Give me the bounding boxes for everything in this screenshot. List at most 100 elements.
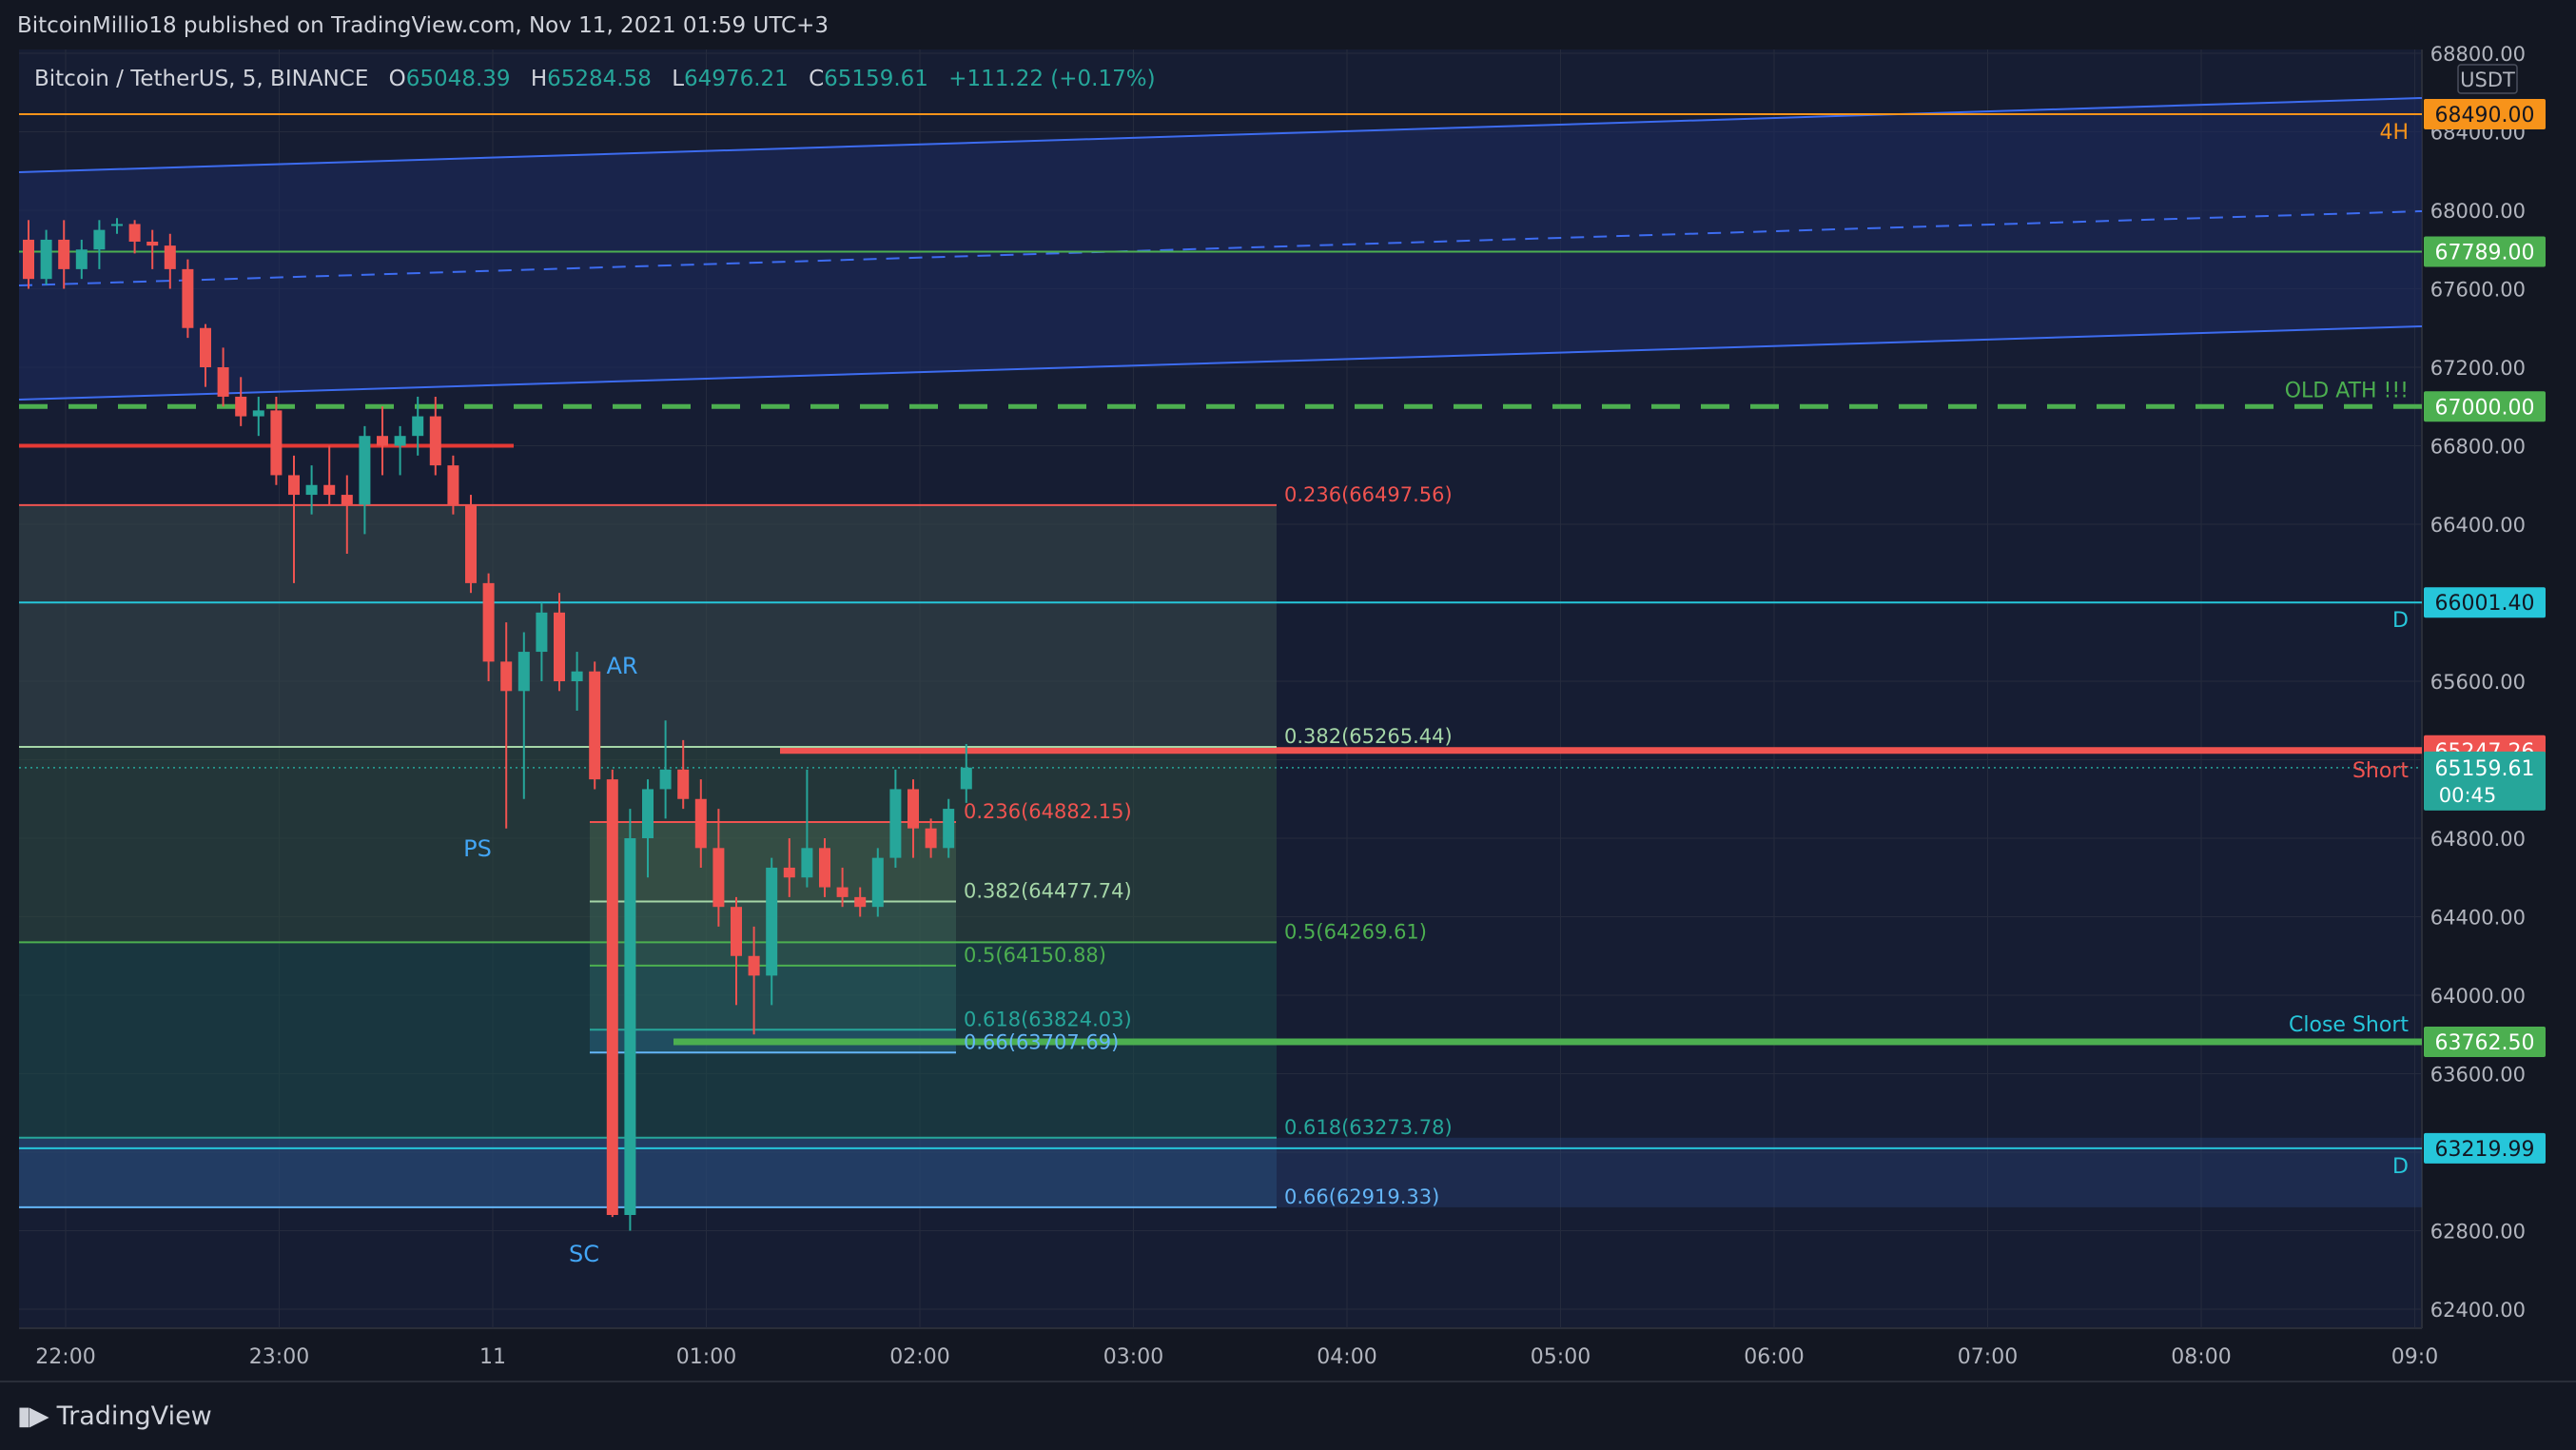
- publisher-info: BitcoinMillio18 published on TradingView…: [17, 13, 829, 38]
- change-value: +111.22 (+0.17%): [948, 67, 1156, 91]
- label-4h: 4H: [2379, 121, 2409, 145]
- price-tag-label: 63762.50: [2435, 1031, 2535, 1055]
- time-tick-label: 11: [479, 1345, 506, 1369]
- candle-body: [589, 671, 601, 780]
- price-tick-label: 68800.00: [2430, 43, 2526, 66]
- open-value: 65048.39: [405, 67, 511, 91]
- fib-label: 0.618(63273.78): [1284, 1116, 1453, 1139]
- time-tick-label: 01:00: [676, 1345, 736, 1369]
- price-tick-label: 64800.00: [2430, 828, 2526, 851]
- candle-body: [323, 484, 336, 496]
- low-label: L: [672, 67, 685, 91]
- candle-body: [642, 789, 654, 838]
- price-tick-label: 65600.00: [2430, 671, 2526, 694]
- price-tick-label: 67200.00: [2430, 357, 2526, 380]
- candle-body: [482, 582, 495, 662]
- fib-small-label: 0.66(63707.69): [964, 1030, 1119, 1053]
- close-value: 65159.61: [824, 67, 928, 91]
- label-close-short: Close Short: [2289, 1013, 2409, 1037]
- candle-body: [943, 809, 955, 849]
- time-tick-label: 06:00: [1744, 1345, 1804, 1369]
- candle-body: [536, 612, 548, 653]
- candle-body: [677, 769, 690, 799]
- label-d-upper: D: [2392, 609, 2409, 633]
- label-old-ath: OLD ATH !!!: [2285, 379, 2409, 402]
- time-tick-label: 03:00: [1103, 1345, 1163, 1369]
- candle-body: [783, 867, 795, 878]
- time-tick-label: 22:00: [35, 1345, 95, 1369]
- fib-small-label: 0.382(64477.74): [964, 879, 1132, 902]
- candle-body: [907, 789, 919, 829]
- fib-small-label: 0.618(63824.03): [964, 1008, 1132, 1030]
- candle-body: [801, 848, 813, 878]
- candle-body: [429, 416, 441, 466]
- fib-small-label: 0.5(64150.88): [964, 944, 1106, 967]
- candle-body: [465, 504, 477, 583]
- candle-body: [871, 857, 884, 908]
- symbol-name[interactable]: Bitcoin / TetherUS, 5, BINANCE: [34, 67, 368, 91]
- countdown-label: 00:45: [2439, 784, 2497, 807]
- candle-body: [766, 867, 778, 976]
- candle-body: [200, 327, 211, 367]
- price-tick-label: 66800.00: [2430, 436, 2526, 459]
- candle-body: [571, 671, 583, 681]
- candle-body: [23, 239, 34, 280]
- footer-brand[interactable]: TradingView: [57, 1401, 212, 1431]
- price-tag-label: 67000.00: [2435, 396, 2535, 420]
- candle-body: [748, 955, 760, 976]
- candle-body: [624, 838, 636, 1215]
- price-tick-label: 64000.00: [2430, 985, 2526, 1008]
- chart-canvas[interactable]: 4H OLD ATH !!! D D Short Close Short PS AR SC 0.2…: [0, 0, 2576, 1450]
- candle-body: [836, 887, 849, 897]
- candle-body: [217, 367, 229, 397]
- high-label: H: [530, 67, 548, 91]
- candle-body: [93, 229, 106, 250]
- footer: ▮▶ TradingView: [17, 1399, 212, 1433]
- fib-small-label: 0.236(64882.15): [964, 800, 1132, 823]
- candle-body: [447, 465, 459, 505]
- time-tick-label: 09:0: [2391, 1345, 2438, 1369]
- time-tick-label: 07:00: [1958, 1345, 2018, 1369]
- label-sc: SC: [569, 1241, 599, 1267]
- candle-body: [305, 484, 318, 496]
- open-label: O: [388, 67, 406, 91]
- label-ps: PS: [463, 835, 492, 862]
- symbol-legend: Bitcoin / TetherUS, 5, BINANCE O65048.39…: [34, 67, 1156, 91]
- candle-body: [517, 652, 530, 692]
- price-tick-label: 64400.00: [2430, 907, 2526, 930]
- time-tick-label: 08:00: [2171, 1345, 2231, 1369]
- candle-body: [252, 410, 264, 417]
- label-d-lower: D: [2392, 1155, 2409, 1179]
- fib-zone-band: [19, 504, 1277, 748]
- time-tick-label: 23:00: [249, 1345, 309, 1369]
- candle-body: [341, 495, 353, 505]
- tradingview-logo-icon[interactable]: ▮▶: [17, 1401, 49, 1431]
- candle-body: [75, 249, 88, 269]
- time-tick-label: 02:00: [889, 1345, 949, 1369]
- price-tick-label: 62400.00: [2430, 1299, 2526, 1322]
- low-value: 64976.21: [684, 67, 789, 91]
- candle-body: [40, 239, 52, 280]
- fib-label: 0.382(65265.44): [1284, 725, 1453, 748]
- candle-body: [960, 767, 972, 790]
- price-tick-label: 63600.00: [2430, 1064, 2526, 1087]
- candle-body: [712, 848, 725, 908]
- label-ar: AR: [606, 653, 637, 679]
- time-tick-label: 05:00: [1531, 1345, 1590, 1369]
- candle-body: [146, 242, 159, 246]
- candle-body: [128, 224, 141, 242]
- candle-body: [182, 268, 194, 328]
- candle-body: [270, 410, 283, 476]
- price-tick-label: 68000.00: [2430, 200, 2526, 223]
- fib-label: 0.236(66497.56): [1284, 483, 1453, 506]
- price-tag-label: 66001.40: [2435, 592, 2535, 616]
- candle-body: [359, 436, 371, 505]
- candle-body: [854, 896, 867, 908]
- label-short: Short: [2352, 759, 2409, 783]
- candle-body: [731, 907, 742, 956]
- candle-body: [554, 612, 565, 681]
- candle-body: [235, 396, 247, 417]
- last-price-label: 65159.61: [2435, 757, 2535, 781]
- candle-body: [606, 779, 618, 1215]
- fib-label: 0.66(62919.33): [1284, 1185, 1439, 1208]
